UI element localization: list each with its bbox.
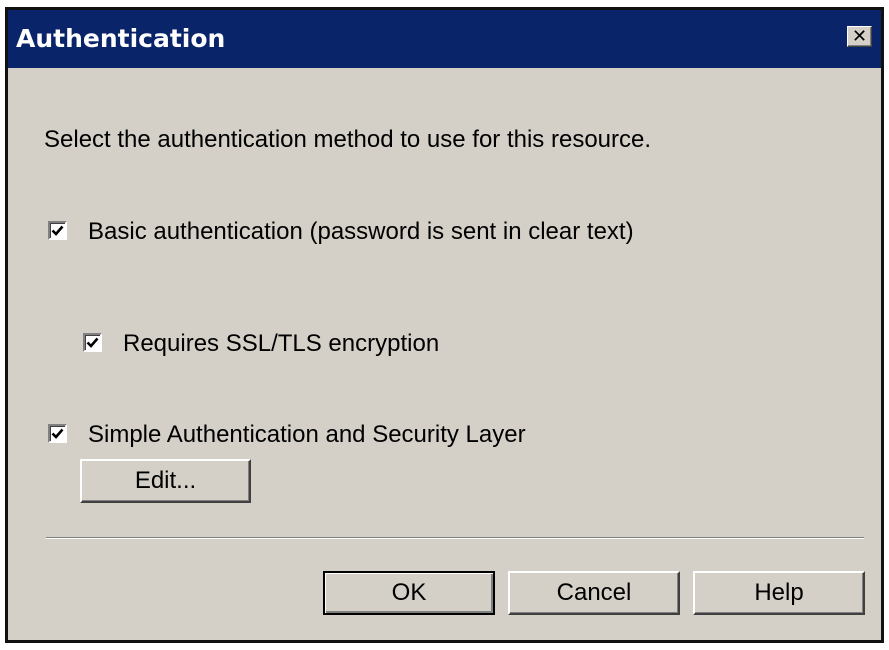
basic-auth-checkbox[interactable]: [48, 221, 67, 240]
checkmark-icon: [51, 428, 64, 439]
ssl-tls-checkbox[interactable]: [83, 333, 102, 352]
separator: [46, 537, 864, 539]
edit-button[interactable]: Edit...: [80, 459, 251, 503]
cancel-button[interactable]: Cancel: [508, 571, 680, 615]
basic-auth-label: Basic authentication (password is sent i…: [88, 218, 634, 245]
title-bar: Authentication ✕: [8, 10, 881, 68]
checkmark-icon: [86, 337, 99, 348]
help-button[interactable]: Help: [693, 571, 865, 615]
description-text: Select the authentication method to use …: [44, 126, 652, 153]
dialog-title: Authentication: [16, 24, 226, 53]
ssl-tls-label: Requires SSL/TLS encryption: [123, 330, 440, 357]
sasl-label: Simple Authentication and Security Layer: [88, 421, 526, 448]
close-button[interactable]: ✕: [847, 26, 872, 47]
authentication-dialog: Authentication ✕ Select the authenticati…: [5, 7, 884, 643]
ok-button[interactable]: OK: [323, 571, 495, 615]
sasl-checkbox[interactable]: [48, 424, 67, 443]
checkmark-icon: [51, 225, 64, 236]
close-icon: ✕: [851, 26, 868, 47]
